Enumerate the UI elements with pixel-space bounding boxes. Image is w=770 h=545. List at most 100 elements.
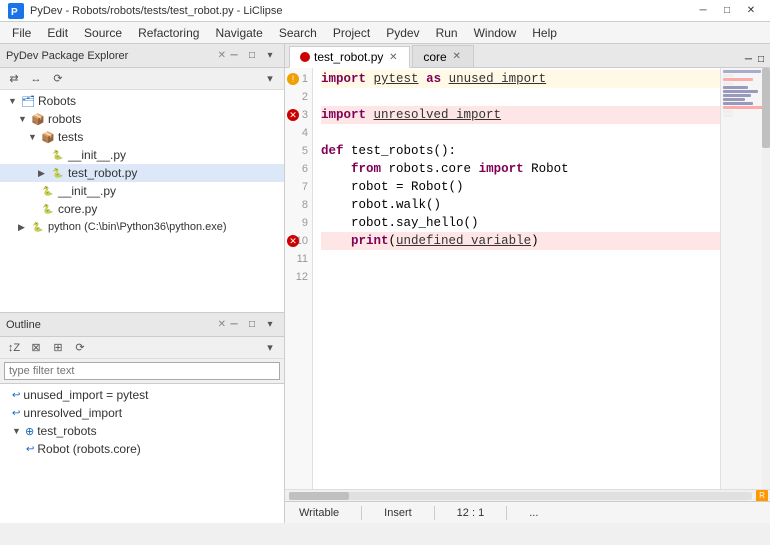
tab-core[interactable]: core ✕ (412, 45, 473, 67)
tab-close-icon[interactable]: ✕ (387, 52, 399, 63)
sync-button[interactable]: ⟳ (48, 70, 68, 88)
tab-label: test_robot.py (314, 50, 383, 64)
menu-item-run[interactable]: Run (428, 24, 466, 42)
outline-item-robot-class[interactable]: ↩ Robot (robots.core) (0, 440, 284, 458)
tree-item-core-py[interactable]: ▶ 🐍 core.py (0, 200, 284, 218)
menu-item-edit[interactable]: Edit (39, 24, 76, 42)
python-file-icon: 🐍 (40, 183, 56, 199)
sort-button[interactable]: ↕Z (4, 339, 24, 357)
status-left: Writable Insert 12 : 1 ... (293, 506, 762, 520)
pkg-menu-button[interactable]: ▾ (260, 70, 280, 88)
h-scrollbar-thumb[interactable] (289, 492, 349, 500)
pkg-minimize-button[interactable]: ─ (226, 48, 242, 64)
svg-text:P: P (11, 7, 18, 18)
tree-item-test-robot-py[interactable]: ▶ 🐍 test_robot.py (0, 164, 284, 182)
menu-item-help[interactable]: Help (524, 24, 565, 42)
mm-line-3 (723, 78, 753, 81)
outline-minimize-button[interactable]: ─ (226, 317, 242, 333)
left-panel: PyDev Package Explorer ✕ ─ □ ▾ ⇄ ↔ ⟳ ▾ ▼ (0, 44, 285, 523)
arrow-icon: ▶ (38, 168, 48, 179)
outline-item-test-robots-fn[interactable]: ▼ ⊕ test_robots (0, 422, 284, 440)
error-indicator: ✕ (287, 235, 299, 247)
minimap-scrollbar[interactable] (762, 68, 770, 489)
close-button[interactable]: ✕ (740, 3, 762, 19)
collapse-button[interactable]: ⊠ (26, 339, 46, 357)
window-controls: ─ □ ✕ (692, 3, 762, 19)
code-line-2 (321, 88, 720, 106)
outline-menu-button[interactable]: ▾ (260, 339, 280, 357)
menu-item-source[interactable]: Source (76, 24, 130, 42)
pkg-chevron-button[interactable]: ▾ (262, 48, 278, 64)
tree-item-init2-py[interactable]: ▶ 🐍 __init__.py (0, 182, 284, 200)
tab-close-icon[interactable]: ✕ (451, 51, 463, 62)
app-icon: P (8, 3, 24, 19)
menu-item-file[interactable]: File (4, 24, 39, 42)
tab-test-robot[interactable]: test_robot.py ✕ (289, 46, 410, 68)
mm-line-10 (723, 106, 763, 109)
rss-icon: R (756, 490, 768, 502)
tree-item-robots-pkg[interactable]: ▼ 📦 robots (0, 110, 284, 128)
code-line-4 (321, 124, 720, 142)
editor-min-button[interactable]: ─ (743, 52, 754, 67)
link-editor-button[interactable]: ↔ (26, 70, 46, 88)
python-interp-icon: 🐍 (30, 219, 46, 235)
tree-item-init-py[interactable]: ▶ 🐍 __init__.py (0, 146, 284, 164)
minimize-button[interactable]: ─ (692, 3, 714, 19)
mm-line-6 (723, 90, 758, 93)
item-label: Robots (38, 94, 76, 108)
code-line-8: robot.walk() (321, 196, 720, 214)
menu-item-window[interactable]: Window (466, 24, 525, 42)
mm-line-7 (723, 94, 751, 97)
filter-input[interactable] (4, 362, 280, 380)
h-scrollbar[interactable]: R (285, 489, 770, 501)
gutter-11: 11 (285, 250, 312, 268)
tree-item-tests-pkg[interactable]: ▼ 📦 tests (0, 128, 284, 146)
menu-item-search[interactable]: Search (271, 24, 325, 42)
function-icon: ⊕ (25, 425, 34, 438)
collapse-all-button[interactable]: ⇄ (4, 70, 24, 88)
editor-max-button[interactable]: □ (756, 52, 766, 67)
tree-item-robots-root[interactable]: ▼ 🗂 Robots (0, 92, 284, 110)
menu-item-navigate[interactable]: Navigate (207, 24, 270, 42)
writable-status: Writable (293, 507, 345, 519)
outline-close-icon[interactable]: ✕ (218, 319, 226, 330)
mm-line-2 (723, 74, 733, 77)
outline-item-unused-import[interactable]: ↩ unused_import = pytest (0, 386, 284, 404)
arrow-icon: ▼ (18, 114, 28, 124)
gutter-5: 5 (285, 142, 312, 160)
gutter-8: 8 (285, 196, 312, 214)
item-label: python (C:\bin\Python36\python.exe) (48, 221, 227, 233)
expand-button[interactable]: ⊞ (48, 339, 68, 357)
code-line-7: robot = Robot() (321, 178, 720, 196)
code-line-5: def test_robots(): (321, 142, 720, 160)
menu-item-pydev[interactable]: Pydev (378, 24, 427, 42)
outline-filter[interactable] (0, 359, 284, 384)
code-editor[interactable]: ! 1 2 ✕ 3 4 5 6 7 8 9 ✕ 10 (285, 68, 720, 489)
tab-bar: test_robot.py ✕ core ✕ ─ □ (285, 44, 770, 68)
item-label: Robot (robots.core) (37, 442, 140, 456)
maximize-button[interactable]: □ (716, 3, 738, 19)
tab-label: core (423, 50, 446, 64)
menu-item-project[interactable]: Project (325, 24, 378, 42)
project-icon: 🗂 (20, 93, 36, 109)
item-label: unresolved_import (23, 406, 122, 420)
gutter-6: 6 (285, 160, 312, 178)
extra-status: ... (523, 507, 544, 519)
outline-chevron-button[interactable]: ▾ (262, 317, 278, 333)
mm-line-4 (723, 82, 733, 85)
python-file-icon: 🐍 (50, 147, 66, 163)
code-content[interactable]: import pytest as unused_import import un… (313, 68, 720, 489)
minimap-thumb[interactable] (762, 68, 770, 148)
outline-maximize-button[interactable]: □ (244, 317, 260, 333)
pkg-maximize-button[interactable]: □ (244, 48, 260, 64)
package-tree: ▼ 🗂 Robots ▼ 📦 robots ▼ 📦 tests (0, 90, 284, 312)
package-icon: 📦 (40, 129, 56, 145)
cursor-position-status: 12 : 1 (451, 507, 491, 519)
menu-item-refactoring[interactable]: Refactoring (130, 24, 207, 42)
pkg-explorer-close-icon[interactable]: ✕ (218, 50, 226, 61)
outline-item-unresolved-import[interactable]: ↩ unresolved_import (0, 404, 284, 422)
python-file-icon: 🐍 (40, 201, 56, 217)
tree-item-python-interp[interactable]: ▶ 🐍 python (C:\bin\Python36\python.exe) (0, 218, 284, 236)
sync-outline-button[interactable]: ⟳ (70, 339, 90, 357)
outline-title: Outline (6, 319, 214, 331)
